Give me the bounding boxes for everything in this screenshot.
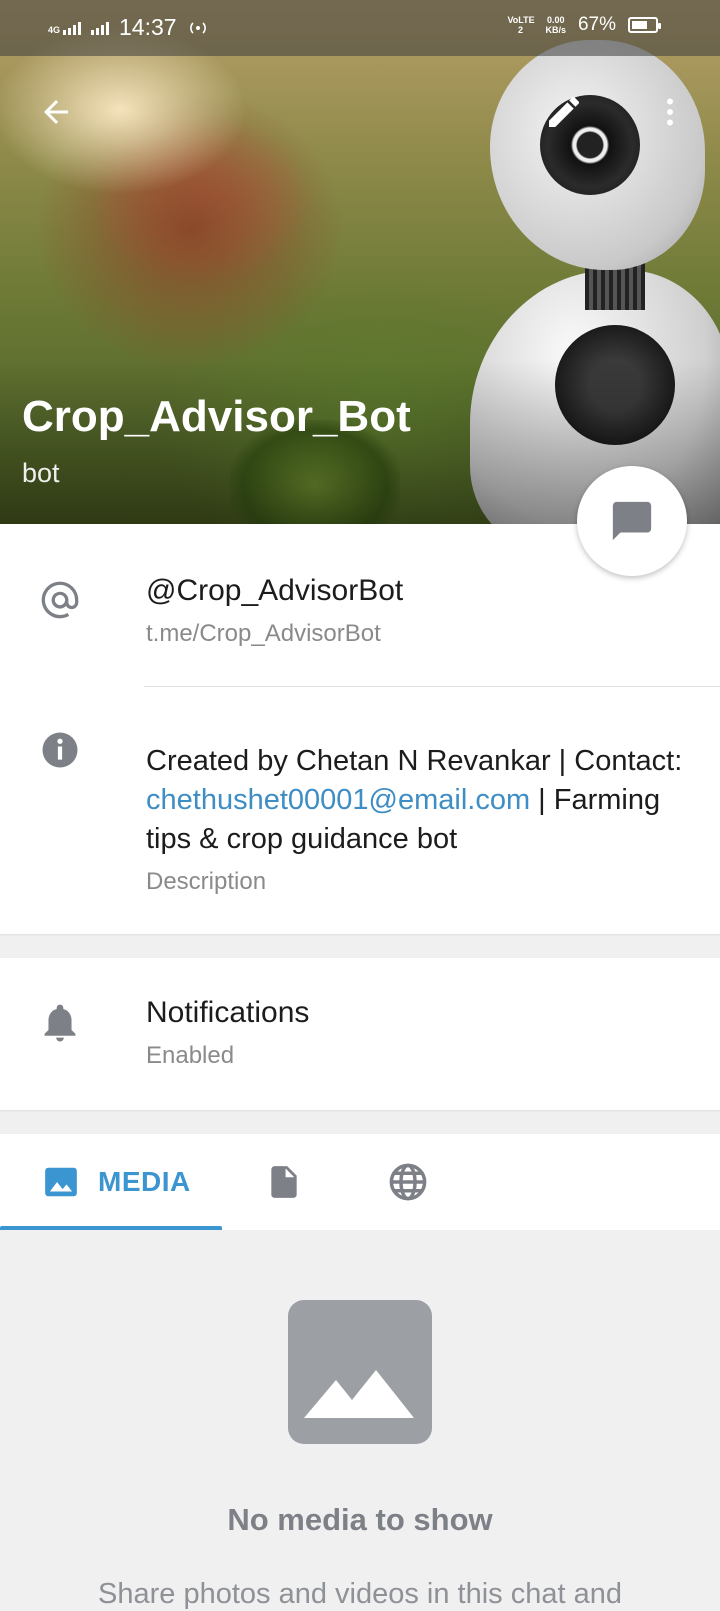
description-label: Description: [146, 868, 267, 895]
shared-media-tabs: MEDIA: [0, 1134, 720, 1230]
status-bar-right: VoLTE 2 0.00 KB/s 67%: [507, 14, 661, 36]
tab-files[interactable]: [262, 1134, 306, 1230]
at-sign-svg: [41, 581, 79, 619]
notifications-title: Notifications: [146, 996, 310, 1029]
volte-indicator: VoLTE 2: [507, 15, 535, 35]
open-chat-button[interactable]: [577, 466, 687, 576]
battery-percent: 67%: [577, 14, 616, 35]
edit-button[interactable]: [540, 88, 588, 136]
signal-strength-2-icon: [91, 21, 110, 35]
info-icon: [38, 728, 82, 772]
status-bar: 4G 14:37 VoLTE 2 0.00 KB/s 67%: [0, 0, 720, 56]
more-options-button[interactable]: [646, 88, 694, 136]
username-value[interactable]: @Crop_AdvisorBot: [146, 574, 403, 608]
globe-icon: [389, 1163, 427, 1201]
mountain-icon: [304, 1370, 414, 1418]
profile-title: Crop_Advisor_Bot: [22, 392, 411, 441]
at-sign-icon: [38, 578, 82, 622]
network-speed: 0.00 KB/s: [545, 15, 566, 35]
tab-media[interactable]: MEDIA: [0, 1134, 222, 1230]
tab-media-label: MEDIA: [98, 1166, 191, 1197]
file-icon: [271, 1166, 297, 1198]
status-time: 14:37: [119, 14, 177, 40]
chat-bubble-icon: [612, 501, 652, 541]
status-bar-left: 4G 14:37: [48, 14, 209, 41]
empty-media-icon: [288, 1300, 432, 1444]
empty-state-title: No media to show: [227, 1502, 493, 1537]
tab-links[interactable]: [384, 1134, 432, 1230]
username-link[interactable]: t.me/Crop_AdvisorBot: [146, 620, 381, 648]
info-card: @Crop_AdvisorBot t.me/Crop_AdvisorBot Cr…: [0, 524, 720, 934]
network-speed-value: 0.00: [546, 15, 565, 25]
back-button[interactable]: [32, 88, 80, 136]
network-speed-unit: KB/s: [545, 25, 566, 35]
profile-subtitle: bot: [22, 458, 60, 488]
pencil-icon: [549, 96, 579, 127]
notifications-status: Enabled: [146, 1042, 235, 1069]
hotspot-icon: [189, 21, 206, 34]
battery-fill: [632, 21, 647, 29]
battery-icon: [628, 17, 661, 33]
empty-state-text: Share photos and videos in this chat and: [98, 1578, 622, 1610]
bot-description: Created by Chetan N Revankar | Contact: …: [146, 742, 706, 859]
signal-strength-icon: [63, 21, 82, 35]
bell-icon: [38, 1002, 82, 1046]
description-email-link[interactable]: chethushet00001@email.com: [146, 784, 530, 816]
arrow-back-icon: [44, 100, 68, 124]
tab-active-indicator: [0, 1226, 222, 1230]
info-svg: [42, 732, 78, 768]
bell-svg: [44, 1004, 76, 1042]
description-text-start: Created by Chetan N Revankar | Contact:: [146, 745, 683, 777]
profile-header: 4G 14:37 VoLTE 2 0.00 KB/s 67% Crop_Advi…: [0, 0, 720, 524]
network-type-label: 4G: [48, 24, 61, 35]
image-icon: [45, 1167, 77, 1197]
info-divider: [144, 686, 720, 687]
notifications-row[interactable]: Notifications Enabled: [0, 958, 720, 1110]
more-vert-icon: [667, 98, 673, 126]
